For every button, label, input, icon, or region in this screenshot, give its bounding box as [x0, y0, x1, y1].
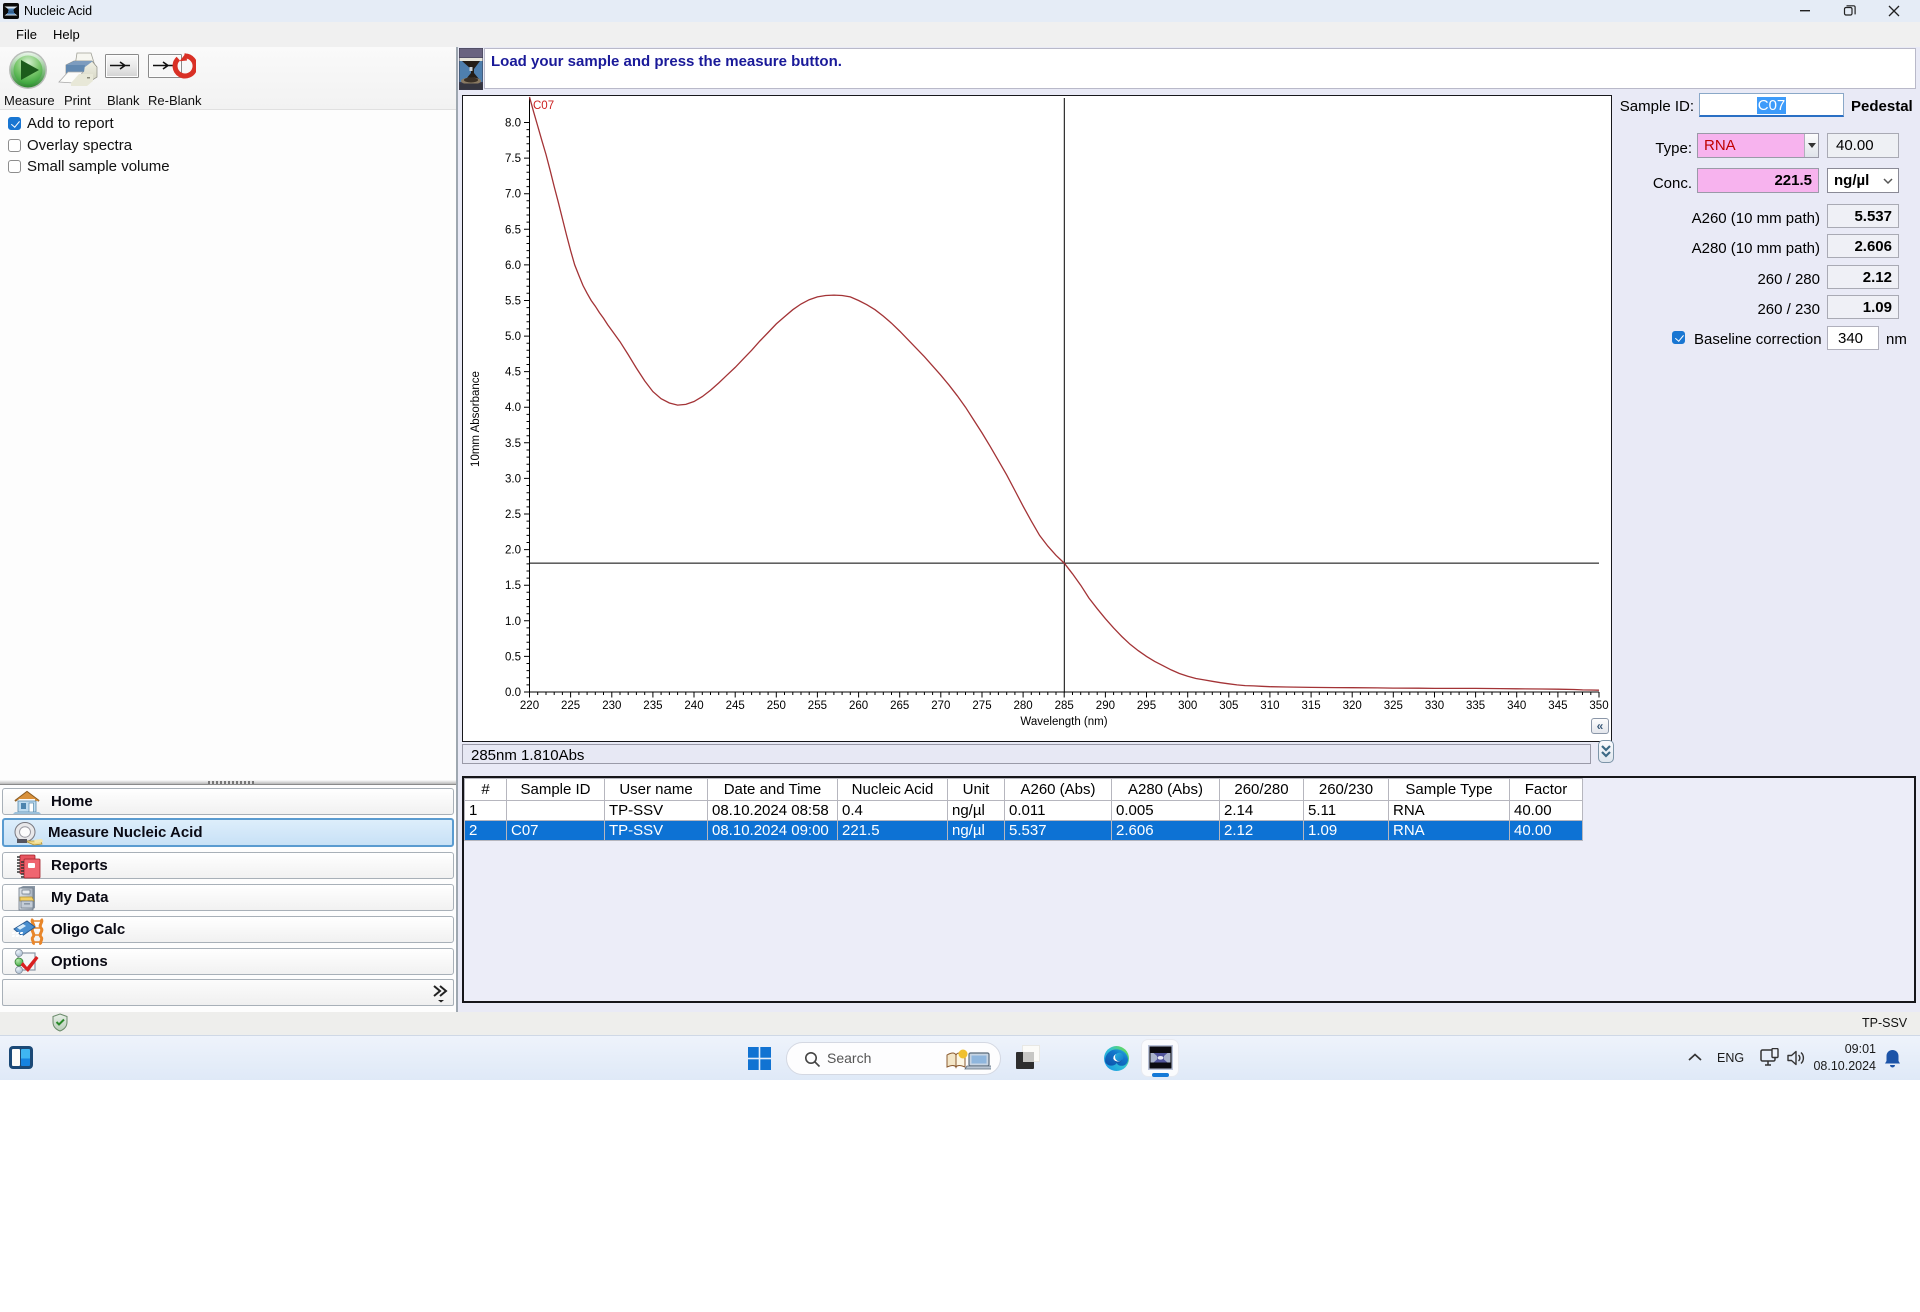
svg-text:255: 255: [808, 700, 827, 712]
svg-text:5.0: 5.0: [505, 331, 521, 343]
svg-text:7.5: 7.5: [505, 153, 521, 165]
svg-text:300: 300: [1178, 700, 1197, 712]
svg-text:280: 280: [1014, 700, 1033, 712]
svg-text:285: 285: [1055, 700, 1074, 712]
svg-text:225: 225: [561, 700, 580, 712]
svg-text:6.5: 6.5: [505, 224, 521, 236]
svg-text:325: 325: [1384, 700, 1403, 712]
svg-text:4.5: 4.5: [505, 367, 521, 379]
svg-text:235: 235: [643, 700, 662, 712]
svg-text:240: 240: [684, 700, 703, 712]
svg-text:230: 230: [602, 700, 621, 712]
svg-text:305: 305: [1219, 700, 1238, 712]
svg-text:1.5: 1.5: [505, 580, 521, 592]
svg-text:7.0: 7.0: [505, 189, 521, 201]
svg-text:220: 220: [520, 700, 539, 712]
svg-text:330: 330: [1425, 700, 1444, 712]
svg-text:C07: C07: [533, 100, 554, 112]
svg-text:1.0: 1.0: [505, 616, 521, 628]
svg-text:295: 295: [1137, 700, 1156, 712]
svg-text:2.0: 2.0: [505, 545, 521, 557]
svg-text:3.5: 3.5: [505, 438, 521, 450]
svg-text:6.0: 6.0: [505, 260, 521, 272]
svg-text:3.0: 3.0: [505, 473, 521, 485]
svg-text:320: 320: [1343, 700, 1362, 712]
svg-text:315: 315: [1302, 700, 1321, 712]
svg-text:260: 260: [849, 700, 868, 712]
svg-text:265: 265: [890, 700, 909, 712]
svg-text:8.0: 8.0: [505, 118, 521, 130]
svg-text:250: 250: [767, 700, 786, 712]
svg-text:4.0: 4.0: [505, 402, 521, 414]
svg-text:0.0: 0.0: [505, 687, 521, 699]
svg-text:275: 275: [972, 700, 991, 712]
svg-text:10mm Absorbance: 10mm Absorbance: [470, 371, 482, 467]
svg-text:335: 335: [1466, 700, 1485, 712]
svg-text:5.5: 5.5: [505, 296, 521, 308]
svg-text:245: 245: [726, 700, 745, 712]
svg-text:Wavelength (nm): Wavelength (nm): [1020, 716, 1107, 728]
svg-text:2.5: 2.5: [505, 509, 521, 521]
svg-text:0.5: 0.5: [505, 651, 521, 663]
svg-text:345: 345: [1548, 700, 1567, 712]
svg-text:270: 270: [931, 700, 950, 712]
svg-text:290: 290: [1096, 700, 1115, 712]
svg-text:350: 350: [1589, 700, 1608, 712]
svg-text:340: 340: [1507, 700, 1526, 712]
svg-text:310: 310: [1260, 700, 1279, 712]
